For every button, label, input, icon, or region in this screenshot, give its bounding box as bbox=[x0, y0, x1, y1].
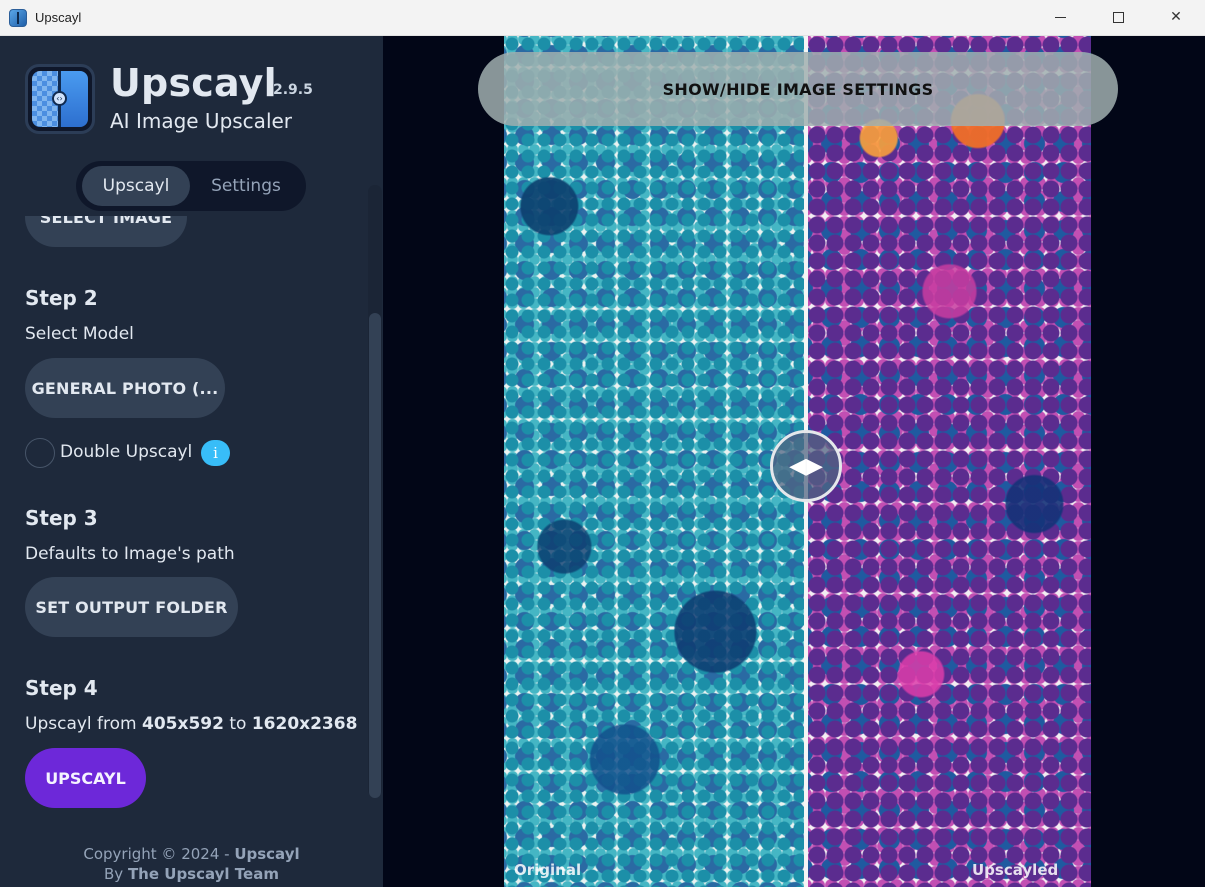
app-logo-icon: ‹› bbox=[25, 64, 95, 134]
source-size: 405x592 bbox=[142, 714, 224, 734]
set-output-folder-button[interactable]: SET OUTPUT FOLDER bbox=[25, 577, 238, 637]
original-image bbox=[504, 36, 806, 887]
maximize-button[interactable] bbox=[1089, 0, 1147, 34]
original-label: Original bbox=[514, 861, 582, 879]
target-size: 1620x2368 bbox=[251, 714, 358, 734]
title-bar: Upscayl ✕ bbox=[0, 0, 1205, 36]
minimize-icon bbox=[1054, 16, 1066, 18]
double-upscayl-label: Double Upscayl bbox=[60, 442, 193, 462]
step3-title: Step 3 bbox=[25, 506, 98, 530]
maximize-icon bbox=[1112, 11, 1124, 23]
step2-title: Step 2 bbox=[25, 286, 98, 310]
window-controls: ✕ bbox=[1031, 0, 1205, 36]
app-icon bbox=[9, 8, 27, 27]
sidebar: ‹› Upscayl 2.9.5 AI Image Upscaler Upsca… bbox=[0, 36, 383, 887]
info-icon[interactable]: i bbox=[201, 440, 230, 466]
image-preview-area: ◀▶ Original Upscayled SHOW/HIDE IMAGE SE… bbox=[383, 36, 1205, 887]
close-button[interactable]: ✕ bbox=[1147, 0, 1205, 34]
close-icon: ✕ bbox=[1170, 9, 1182, 25]
step2-description: Select Model bbox=[25, 324, 134, 344]
step4-description: Upscayl from 405x592 to 1620x2368 bbox=[25, 714, 358, 734]
step4-title: Step 4 bbox=[25, 676, 98, 700]
tab-switcher: Upscayl Settings bbox=[76, 161, 306, 211]
copyright: Copyright © 2024 - Upscayl By The Upscay… bbox=[83, 845, 300, 883]
compare-handle-icon[interactable]: ◀▶ bbox=[770, 430, 842, 502]
select-model-button[interactable]: GENERAL PHOTO (... bbox=[25, 358, 225, 418]
double-upscayl-checkbox[interactable] bbox=[25, 438, 55, 468]
tab-settings[interactable]: Settings bbox=[194, 166, 298, 206]
select-image-button[interactable]: SELECT IMAGE bbox=[25, 216, 187, 247]
upscayl-button[interactable]: UPSCAYL bbox=[25, 748, 146, 808]
window-title: Upscayl bbox=[35, 10, 82, 25]
app-name: Upscayl bbox=[110, 61, 277, 105]
tab-upscayl[interactable]: Upscayl bbox=[82, 166, 190, 206]
upscayled-label: Upscayled bbox=[972, 861, 1059, 879]
sidebar-scrollbar-thumb[interactable] bbox=[369, 313, 381, 798]
app-version: 2.9.5 bbox=[273, 82, 313, 98]
step3-description: Defaults to Image's path bbox=[25, 544, 235, 564]
upscaled-image bbox=[808, 36, 1091, 887]
image-compare-slider[interactable]: ◀▶ Original Upscayled bbox=[504, 36, 1091, 887]
show-hide-image-settings-button[interactable]: SHOW/HIDE IMAGE SETTINGS bbox=[478, 52, 1118, 126]
app-subtitle: AI Image Upscaler bbox=[110, 109, 293, 133]
steps-panel: SELECT IMAGE Step 2 Select Model GENERAL… bbox=[0, 216, 383, 836]
minimize-button[interactable] bbox=[1031, 0, 1089, 34]
